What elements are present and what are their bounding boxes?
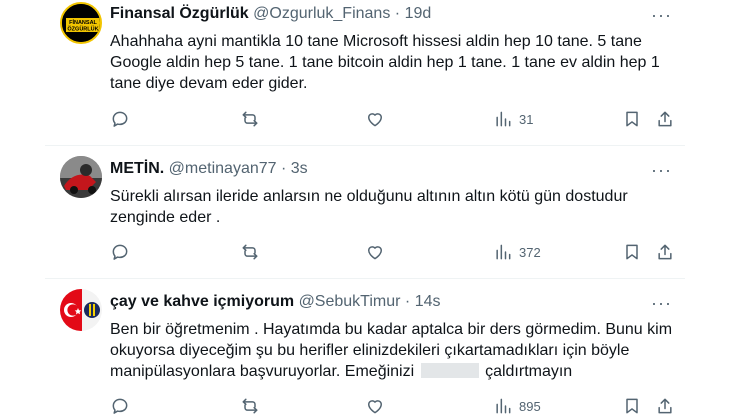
separator-dot: · (404, 293, 411, 310)
tweet-header: çay ve kahve içmiyorum @SebukTimur · 14s (110, 292, 441, 312)
user-handle[interactable]: @metinayan77 (169, 160, 277, 177)
avatar[interactable] (60, 289, 102, 331)
separator-dot: · (394, 5, 401, 22)
tweet-text: Sürekli alırsan ileride anlarsın ne oldu… (110, 188, 628, 226)
avatar[interactable] (60, 156, 102, 198)
share-icon (658, 398, 672, 414)
views-count: 895 (519, 398, 541, 414)
like-button[interactable] (365, 242, 385, 262)
bookmark-icon (626, 111, 638, 127)
avatar[interactable]: FİNANSAL ÖZGÜRLÜK (60, 2, 102, 44)
tweet[interactable]: FİNANSAL ÖZGÜRLÜK Finansal Özgürlük @Ozg… (0, 0, 730, 148)
retweet-button[interactable] (240, 396, 260, 416)
tweet-actions: 895 (0, 396, 730, 418)
svg-text:FİNANSAL: FİNANSAL (69, 19, 97, 26)
reply-icon (112, 398, 128, 414)
retweet-icon (242, 398, 258, 414)
tweet[interactable]: METİN. @metinayan77 · 3s ··· Sürekli alı… (0, 146, 730, 274)
tweet[interactable]: çay ve kahve içmiyorum @SebukTimur · 14s… (0, 279, 730, 420)
bookmark-button[interactable] (622, 242, 642, 262)
views-icon (496, 111, 511, 127)
separator-dot: · (280, 160, 287, 177)
tweet-text-part: Ben bir öğretmenim . Hayatımda bu kadar … (110, 321, 673, 380)
like-button[interactable] (365, 396, 385, 416)
share-button[interactable] (655, 242, 675, 262)
retweet-icon (242, 111, 258, 127)
views-icon (496, 398, 511, 414)
bookmark-button[interactable] (622, 396, 642, 416)
tweet-text-part: çaldırtmayın (485, 363, 573, 380)
tweet-header: METİN. @metinayan77 · 3s (110, 159, 308, 179)
share-button[interactable] (655, 109, 675, 129)
tweet-header: Finansal Özgürlük @Ozgurluk_Finans · 19d (110, 4, 431, 24)
like-icon (368, 113, 382, 127)
tweet-actions: 372 (0, 242, 730, 264)
retweet-icon (242, 244, 258, 260)
like-button[interactable] (365, 109, 385, 129)
like-icon (368, 400, 382, 414)
redacted-block (420, 363, 479, 378)
reply-button[interactable] (110, 109, 130, 129)
timeline: FİNANSAL ÖZGÜRLÜK Finansal Özgürlük @Ozg… (0, 0, 730, 420)
share-button[interactable] (655, 396, 675, 416)
tweet-text: Ben bir öğretmenim . Hayatımda bu kadar … (110, 319, 690, 382)
flag-avatar (60, 289, 102, 331)
svg-text:ÖZGÜRLÜK: ÖZGÜRLÜK (67, 26, 98, 33)
reply-icon (112, 244, 128, 260)
bookmark-icon (626, 398, 638, 414)
share-icon (658, 111, 672, 127)
bookmark-button[interactable] (622, 109, 642, 129)
tweet-text: Ahahhaha ayni mantikla 10 tane Microsoft… (110, 33, 660, 92)
reply-button[interactable] (110, 396, 130, 416)
reply-button[interactable] (110, 242, 130, 262)
timestamp[interactable]: 3s (291, 160, 308, 177)
views-count: 372 (519, 244, 541, 260)
tweet-actions: 31 (0, 109, 730, 131)
user-handle[interactable]: @Ozgurluk_Finans (253, 5, 390, 22)
finansal-ozgurluk-logo: FİNANSAL ÖZGÜRLÜK (62, 4, 100, 42)
share-icon (658, 244, 672, 260)
like-icon (368, 246, 382, 260)
timestamp[interactable]: 19d (405, 5, 432, 22)
views-button[interactable]: 895 (493, 396, 541, 416)
views-icon (496, 244, 511, 260)
views-count: 31 (519, 111, 534, 127)
user-photo (60, 156, 102, 198)
retweet-button[interactable] (240, 242, 260, 262)
retweet-button[interactable] (240, 109, 260, 129)
bookmark-icon (626, 244, 638, 260)
timestamp[interactable]: 14s (415, 293, 441, 310)
more-icon[interactable]: ··· (651, 294, 672, 312)
display-name[interactable]: METİN. (110, 160, 164, 177)
display-name[interactable]: çay ve kahve içmiyorum (110, 293, 294, 310)
more-icon[interactable]: ··· (651, 6, 672, 24)
user-handle[interactable]: @SebukTimur (299, 293, 401, 310)
views-button[interactable]: 31 (493, 109, 533, 129)
views-button[interactable]: 372 (493, 242, 541, 262)
more-icon[interactable]: ··· (651, 161, 672, 179)
reply-icon (112, 111, 128, 127)
display-name[interactable]: Finansal Özgürlük (110, 5, 249, 22)
